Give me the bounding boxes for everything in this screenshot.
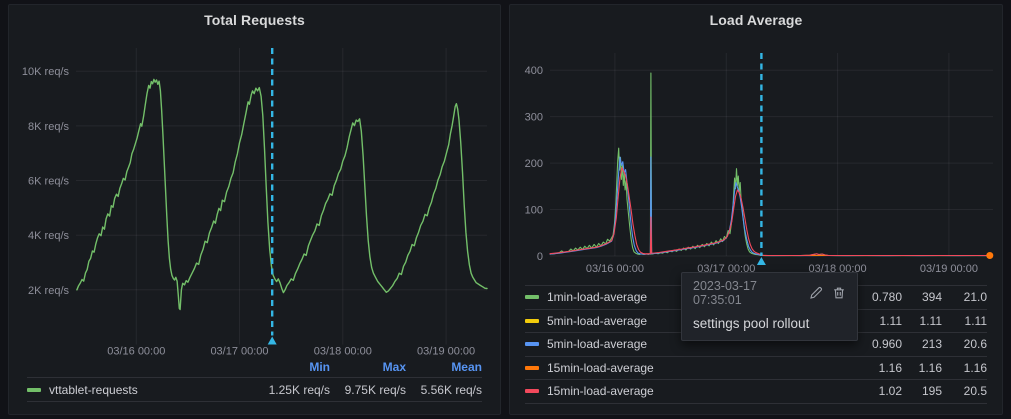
- series-end-point: [986, 252, 994, 259]
- legend-swatch: [525, 365, 539, 370]
- legend-label[interactable]: 15min-load-average: [547, 384, 842, 398]
- panel-title[interactable]: Load Average: [510, 5, 1002, 28]
- legend-row: 15min-load-average 1.16 1.16 1.16: [525, 355, 987, 380]
- legend-value: 20.6: [963, 337, 987, 352]
- legend-value: 9.75K req/s: [344, 382, 406, 397]
- legend-swatch: [525, 318, 539, 323]
- x-axis-tick-label: 03/19 00:00: [417, 346, 475, 358]
- legend-value: 1.11: [964, 313, 987, 328]
- legend-row: vttablet-requests 1.25K req/s 9.75K req/s 5…: [27, 377, 482, 402]
- y-axis-tick-label: 100: [525, 205, 543, 217]
- legend-label[interactable]: 15min-load-average: [547, 361, 842, 375]
- pencil-icon[interactable]: [809, 286, 823, 300]
- x-axis-tick-label: 03/17 00:00: [210, 346, 268, 358]
- y-axis-tick-label: 6K req/s: [28, 176, 69, 188]
- annotation-marker[interactable]: [267, 336, 277, 345]
- total-requests-chart[interactable]: 2K req/s 4K req/s 6K req/s 8K req/s 10K req/…: [9, 31, 502, 366]
- legend-value: 1.11: [919, 313, 942, 328]
- annotation-marker[interactable]: [756, 257, 766, 265]
- legend-value: 21.0: [963, 290, 987, 305]
- y-axis-tick-label: 400: [525, 65, 543, 77]
- y-axis-tick-label: 4K req/s: [28, 230, 69, 242]
- legend-value: 1.25K req/s: [268, 382, 330, 397]
- y-axis-tick-label: 10K req/s: [22, 66, 70, 78]
- panel-total-requests: Total Requests 2K req/s 4K req/s 6K req/s 8…: [8, 4, 501, 415]
- legend-header-min[interactable]: Min: [254, 360, 330, 374]
- x-axis-tick-label: 03/16 00:00: [107, 346, 165, 358]
- legend-swatch: [27, 387, 41, 392]
- annotation-tooltip-header: 2023-03-17 07:35:01: [682, 273, 857, 309]
- legend-header-mean[interactable]: Mean: [406, 360, 482, 374]
- legend-value: 1.02: [878, 384, 902, 399]
- x-axis-tick-label: 03/19 00:00: [920, 263, 978, 275]
- tooltip-timestamp: 2023-03-17 07:35:01: [693, 279, 757, 307]
- annotation-tooltip: 2023-03-17 07:35:01 settings pool rollou…: [681, 272, 858, 341]
- panel-load-average: Load Average 0 100 200 300 400 03/16 00:00 03/…: [509, 4, 1003, 415]
- legend-value: 1.16: [878, 360, 902, 375]
- legend-swatch: [525, 342, 539, 347]
- legend-value: 5.56K req/s: [420, 382, 482, 397]
- series-5min-load-average-blue: [549, 156, 991, 257]
- y-axis-tick-label: 2K req/s: [28, 285, 69, 297]
- dashboard-canvas: Total Requests 2K req/s 4K req/s 6K req/s 8…: [0, 0, 1011, 419]
- trash-icon[interactable]: [832, 286, 846, 300]
- legend-value: 1.16: [918, 360, 942, 375]
- panel-title[interactable]: Total Requests: [9, 5, 500, 28]
- series-vttablet-requests: [76, 78, 488, 311]
- legend-row: 15min-load-average 1.02 195 20.5: [525, 379, 987, 403]
- legend-total-requests: Min Max Mean vttablet-requests 1.25K req/s 9.…: [27, 357, 482, 402]
- legend-swatch: [525, 295, 539, 300]
- legend-value: 20.5: [963, 384, 987, 399]
- legend-value: 195: [921, 384, 942, 399]
- y-axis-tick-label: 8K req/s: [28, 121, 69, 133]
- x-axis-tick-label: 03/16 00:00: [586, 263, 644, 275]
- legend-value: 394: [921, 290, 942, 305]
- legend-swatch: [525, 389, 539, 394]
- x-axis-tick-label: 03/18 00:00: [314, 346, 372, 358]
- y-axis-tick-label: 300: [525, 112, 543, 124]
- legend-value: 1.16: [963, 360, 987, 375]
- legend-value: 213: [921, 337, 942, 352]
- series-1min-load-average: [549, 72, 991, 257]
- load-average-chart[interactable]: 010020030040003/16 00:00 03/17 00:00 03/18…: [510, 31, 1004, 283]
- legend-header-max[interactable]: Max: [330, 360, 406, 374]
- y-axis-tick-label: 0: [537, 251, 543, 263]
- legend-header-row: Min Max Mean: [27, 357, 482, 377]
- y-axis-tick-label: 200: [525, 158, 543, 170]
- legend-label[interactable]: vttablet-requests: [49, 383, 254, 397]
- tooltip-text: settings pool rollout: [693, 316, 810, 331]
